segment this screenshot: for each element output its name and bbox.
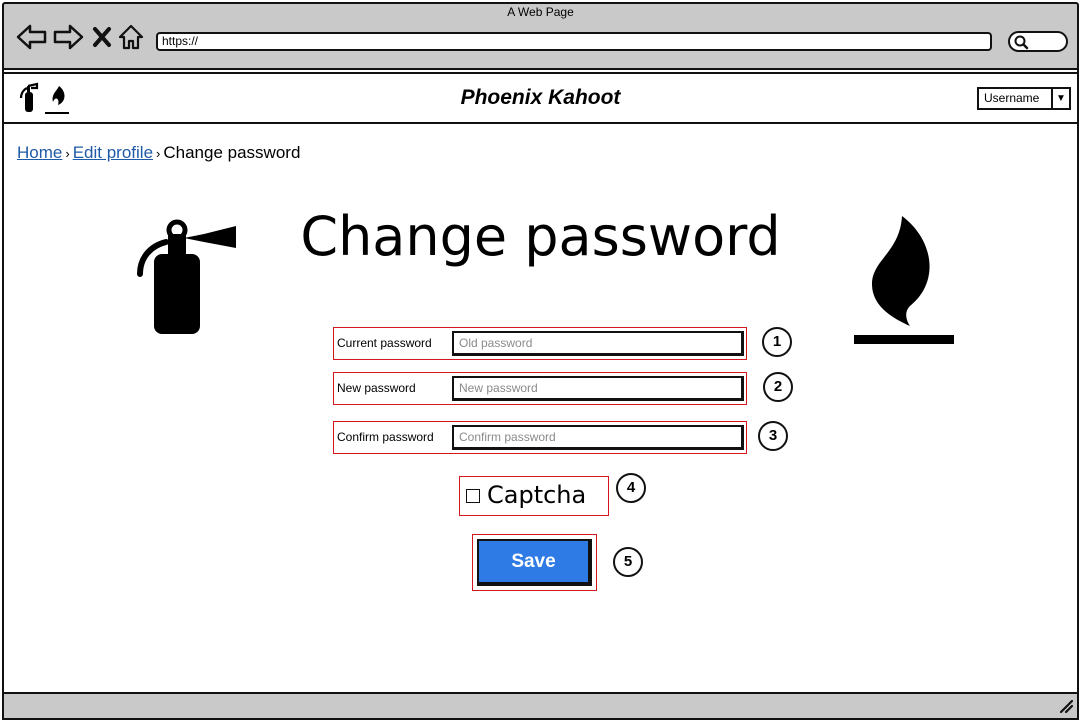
close-icon[interactable] xyxy=(90,22,114,52)
breadcrumb-current: Change password xyxy=(163,143,301,162)
browser-search-box[interactable] xyxy=(1008,31,1068,52)
home-icon[interactable] xyxy=(118,22,144,52)
confirm-password-row: Confirm password Confirm password xyxy=(333,421,747,454)
annotation-badge-2: 2 xyxy=(763,372,793,402)
breadcrumb-separator: › xyxy=(156,146,161,161)
annotation-badge-4: 4 xyxy=(616,473,646,503)
annotation-badge-3: 3 xyxy=(758,421,788,451)
new-password-row: New password New password xyxy=(333,372,747,405)
url-bar[interactable]: https:// xyxy=(156,32,992,51)
username-dropdown[interactable]: Username ▼ xyxy=(977,87,1071,110)
back-arrow-icon[interactable] xyxy=(16,22,48,52)
breadcrumb-home-link[interactable]: Home xyxy=(17,143,62,162)
save-button[interactable]: Save xyxy=(477,539,592,586)
annotation-badge-5: 5 xyxy=(613,547,643,577)
forward-arrow-icon[interactable] xyxy=(52,22,84,52)
breadcrumb-edit-profile-link[interactable]: Edit profile xyxy=(73,143,153,162)
breadcrumb-separator: › xyxy=(65,146,70,161)
captcha-checkbox[interactable] xyxy=(466,489,480,503)
current-password-input[interactable]: Old password xyxy=(452,331,744,356)
confirm-password-label: Confirm password xyxy=(337,430,434,444)
flame-icon xyxy=(854,216,954,344)
brand-title: Phoenix Kahoot xyxy=(460,86,621,109)
browser-status-bar xyxy=(2,692,1079,720)
search-icon xyxy=(1014,35,1029,50)
username-dropdown-label: Username xyxy=(984,91,1040,105)
resize-grip-icon[interactable] xyxy=(1058,698,1074,714)
breadcrumb: Home › Edit profile › Change password xyxy=(17,143,300,163)
chevron-down-icon: ▼ xyxy=(1051,89,1069,108)
captcha-label: Captcha xyxy=(487,481,587,509)
annotation-badge-1: 1 xyxy=(762,327,792,357)
current-password-row: Current password Old password xyxy=(333,327,747,360)
fire-extinguisher-icon xyxy=(137,219,236,334)
save-row: Save xyxy=(472,534,597,591)
new-password-label: New password xyxy=(337,381,416,395)
confirm-password-input[interactable]: Confirm password xyxy=(452,425,744,450)
new-password-input[interactable]: New password xyxy=(452,376,744,401)
captcha-row: Captcha xyxy=(459,476,609,516)
window-title: A Web Page xyxy=(507,5,574,19)
current-password-label: Current password xyxy=(337,336,432,350)
